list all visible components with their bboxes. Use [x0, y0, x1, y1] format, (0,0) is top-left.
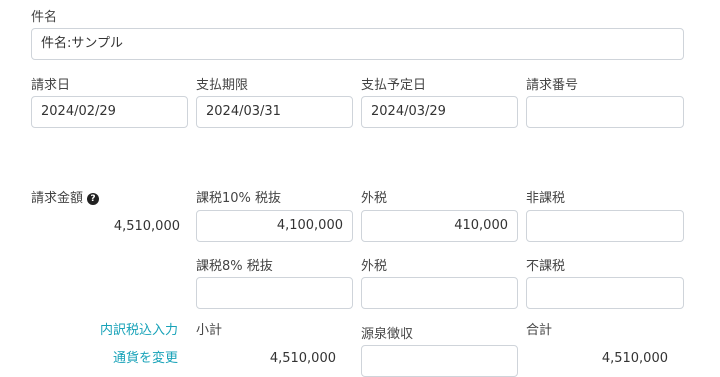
- tax-10-label: 外税: [361, 191, 388, 206]
- invoice-amount-total: 4,510,000: [113, 219, 180, 234]
- tax-8-input[interactable]: [361, 277, 518, 309]
- due-date-input[interactable]: 2024/03/31: [196, 96, 353, 128]
- invoice-amount-heading: 請求金額?: [31, 191, 100, 207]
- taxable-10-input[interactable]: 4,100,000: [196, 210, 353, 242]
- taxable-8-label: 課税8% 税抜: [196, 259, 273, 274]
- subtotal-value: 4,510,000: [269, 351, 336, 366]
- tax-exempt-label: 不課税: [526, 259, 566, 274]
- invoice-number-label: 請求番号: [526, 78, 579, 93]
- invoice-amount-label: 請求金額: [31, 191, 84, 206]
- invoice-date-input[interactable]: 2024/02/29: [31, 96, 188, 128]
- tax-10-input[interactable]: 410,000: [361, 210, 518, 242]
- subject-input[interactable]: 件名:サンプル: [31, 28, 684, 60]
- question-circle-icon[interactable]: ?: [87, 193, 100, 205]
- subtotal-label: 小計: [196, 323, 223, 338]
- non-taxable-label: 非課税: [526, 191, 566, 206]
- taxable-8-input[interactable]: [196, 277, 353, 309]
- scheduled-payment-date-input[interactable]: 2024/03/29: [361, 96, 518, 128]
- invoice-number-input[interactable]: [526, 96, 684, 128]
- tax-included-input-link[interactable]: 内訳税込入力: [80, 323, 178, 339]
- withholding-label: 源泉徴収: [361, 327, 414, 342]
- grand-total-label: 合計: [526, 323, 553, 338]
- change-currency-link[interactable]: 通貨を変更: [80, 351, 178, 367]
- subject-label: 件名: [31, 10, 58, 25]
- non-taxable-input[interactable]: [526, 210, 684, 242]
- invoice-date-label: 請求日: [31, 78, 71, 93]
- grand-total-value: 4,510,000: [601, 351, 668, 366]
- due-date-label: 支払期限: [196, 78, 249, 93]
- tax-exempt-input[interactable]: [526, 277, 684, 309]
- scheduled-payment-date-label: 支払予定日: [361, 78, 427, 93]
- withholding-input[interactable]: [361, 345, 518, 377]
- taxable-10-label: 課税10% 税抜: [196, 191, 282, 206]
- tax-8-label: 外税: [361, 259, 388, 274]
